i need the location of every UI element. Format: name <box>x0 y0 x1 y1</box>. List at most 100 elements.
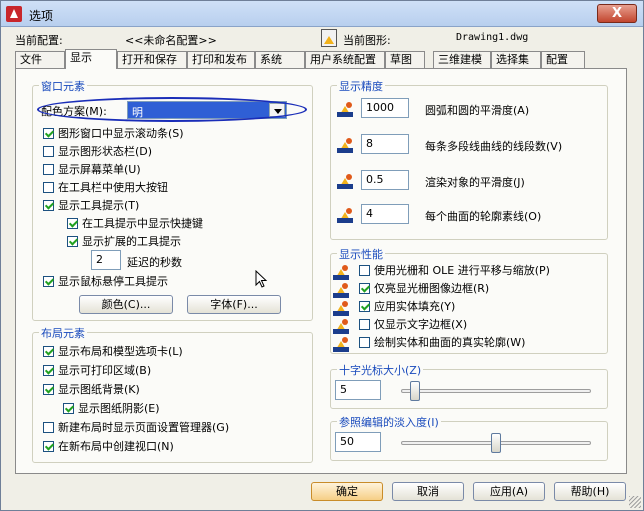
crosshair-size-title: 十字光标大小(Z) <box>337 362 424 378</box>
cb-large-buttons[interactable]: 在工具栏中使用大按钮 <box>43 181 168 195</box>
current-profile-value: <<未命名配置>> <box>125 34 217 47</box>
checkbox[interactable] <box>43 276 54 287</box>
tab-open-save[interactable]: 打开和保存 <box>117 51 187 68</box>
cb-label: 图形窗口中显示滚动条(S) <box>58 127 184 140</box>
xref-fade-slider-thumb[interactable] <box>491 433 501 453</box>
resize-grip-icon[interactable] <box>629 496 641 508</box>
cb-apply-solid-fill[interactable]: 应用实体填充(Y) <box>359 300 455 314</box>
crosshair-size-group: 十字光标大小(Z) 5 <box>330 362 608 409</box>
checkbox[interactable] <box>67 236 78 247</box>
cb-paper-shadow[interactable]: 显示图纸阴影(E) <box>63 402 160 416</box>
cb-status-bar[interactable]: 显示图形状态栏(D) <box>43 145 152 159</box>
checkbox[interactable] <box>43 346 54 357</box>
cb-tooltips[interactable]: 显示工具提示(T) <box>43 199 139 213</box>
checkbox[interactable] <box>43 146 54 157</box>
tab-files[interactable]: 文件 <box>15 51 65 68</box>
cb-screen-menu[interactable]: 显示屏幕菜单(U) <box>43 163 141 177</box>
rendered-smoothness-label: 渲染对象的平滑度(J) <box>425 176 525 189</box>
polyline-segments-input[interactable]: 8 <box>361 134 409 154</box>
text-frame-icon <box>333 317 351 335</box>
arc-smoothness-input[interactable]: 1000 <box>361 98 409 118</box>
silhouettes-icon <box>333 335 351 353</box>
cb-printable-area[interactable]: 显示可打印区域(B) <box>43 364 151 378</box>
apply-button[interactable]: 应用(A) <box>473 482 545 501</box>
title-bar: 选项 X <box>1 1 643 27</box>
checkbox[interactable] <box>63 403 74 414</box>
current-drawing-value: Drawing1.dwg <box>456 32 529 43</box>
checkbox[interactable] <box>359 301 370 312</box>
cb-create-viewport[interactable]: 在新布局中创建视口(N) <box>43 440 174 454</box>
crosshair-size-input[interactable]: 5 <box>335 380 381 400</box>
cb-label: 显示屏幕菜单(U) <box>58 163 141 176</box>
tab-system[interactable]: 系统 <box>255 51 305 68</box>
checkbox[interactable] <box>359 319 370 330</box>
crosshair-size-slider-thumb[interactable] <box>410 381 420 401</box>
xref-fade-title: 参照编辑的淡入度(I) <box>337 414 441 430</box>
contour-lines-input[interactable]: 4 <box>361 204 409 224</box>
polyline-segments-label: 每条多段线曲线的线段数(V) <box>425 140 563 153</box>
display-resolution-title: 显示精度 <box>337 78 385 94</box>
current-drawing-label: 当前图形: <box>343 34 391 47</box>
tab-3d-modeling[interactable]: 三维建模 <box>433 51 491 68</box>
cb-scrollbars[interactable]: 图形窗口中显示滚动条(S) <box>43 127 184 141</box>
checkbox[interactable] <box>359 265 370 276</box>
cb-paper-background[interactable]: 显示图纸背景(K) <box>43 383 140 397</box>
cb-label: 绘制实体和曲面的真实轮廓(W) <box>374 336 526 349</box>
ok-button[interactable]: 确定 <box>311 482 383 501</box>
checkbox[interactable] <box>43 182 54 193</box>
cb-text-boundary[interactable]: 仅显示文字边框(X) <box>359 318 467 332</box>
checkbox[interactable] <box>43 441 54 452</box>
cb-label: 仅亮显光栅图像边框(R) <box>374 282 490 295</box>
cb-label: 在工具栏中使用大按钮 <box>58 181 168 194</box>
cb-highlight-raster-frame[interactable]: 仅亮显光栅图像边框(R) <box>359 282 489 296</box>
checkbox[interactable] <box>43 384 54 395</box>
cb-layout-model-tabs[interactable]: 显示布局和模型选项卡(L) <box>43 345 183 359</box>
checkbox[interactable] <box>43 128 54 139</box>
cb-label: 显示工具提示(T) <box>58 199 140 212</box>
tab-profiles[interactable]: 配置 <box>541 51 585 68</box>
delay-seconds-input[interactable]: 2 <box>91 250 121 270</box>
colors-button[interactable]: 颜色(C)... <box>79 295 173 314</box>
tab-drafting[interactable]: 草图 <box>385 51 425 68</box>
fonts-button[interactable]: 字体(F)... <box>187 295 281 314</box>
solid-fill-icon <box>333 299 351 317</box>
rendered-smoothness-input[interactable]: 0.5 <box>361 170 409 190</box>
cb-true-silhouettes[interactable]: 绘制实体和曲面的真实轮廓(W) <box>359 336 525 350</box>
tab-user-preferences[interactable]: 用户系统配置 <box>305 51 385 68</box>
cb-label: 使用光栅和 OLE 进行平移与缩放(P) <box>374 264 550 277</box>
window-elements-title: 窗口元素 <box>39 78 87 94</box>
arc-smoothness-icon <box>337 100 355 118</box>
cb-label: 应用实体填充(Y) <box>374 300 456 313</box>
raster-frame-icon <box>333 281 351 299</box>
cb-shortcut-keys[interactable]: 在工具提示中显示快捷键 <box>67 217 203 231</box>
pan-zoom-icon <box>333 263 351 281</box>
checkbox[interactable] <box>359 283 370 294</box>
cb-label: 在工具提示中显示快捷键 <box>82 217 203 230</box>
checkbox[interactable] <box>359 337 370 348</box>
close-button[interactable]: X <box>597 4 637 23</box>
tab-selection[interactable]: 选择集 <box>491 51 541 68</box>
tab-plot-publish[interactable]: 打印和发布 <box>187 51 255 68</box>
xref-fade-input[interactable]: 50 <box>335 432 381 452</box>
cb-label: 显示布局和模型选项卡(L) <box>58 345 183 358</box>
cb-label: 显示图形状态栏(D) <box>58 145 153 158</box>
help-button[interactable]: 帮助(H) <box>554 482 626 501</box>
arc-smoothness-label: 圆弧和圆的平滑度(A) <box>425 104 530 117</box>
cb-rollover-tooltips[interactable]: 显示鼠标悬停工具提示 <box>43 275 168 289</box>
checkbox[interactable] <box>43 164 54 175</box>
polyline-segments-icon <box>337 136 355 154</box>
checkbox[interactable] <box>43 365 54 376</box>
crosshair-size-slider-track[interactable] <box>401 389 591 393</box>
cancel-button[interactable]: 取消 <box>392 482 464 501</box>
rendered-smoothness-icon <box>337 172 355 190</box>
cb-label: 在新布局中创建视口(N) <box>58 440 174 453</box>
cb-raster-ole-pan-zoom[interactable]: 使用光栅和 OLE 进行平移与缩放(P) <box>359 264 550 278</box>
checkbox[interactable] <box>67 218 78 229</box>
tab-display[interactable]: 显示 <box>65 49 117 69</box>
window-title: 选项 <box>29 9 54 23</box>
cb-extended-tooltips[interactable]: 显示扩展的工具提示 <box>67 235 181 249</box>
cb-page-setup-manager[interactable]: 新建布局时显示页面设置管理器(G) <box>43 421 229 435</box>
contour-lines-label: 每个曲面的轮廓素线(O) <box>425 210 542 223</box>
checkbox[interactable] <box>43 200 54 211</box>
checkbox[interactable] <box>43 422 54 433</box>
